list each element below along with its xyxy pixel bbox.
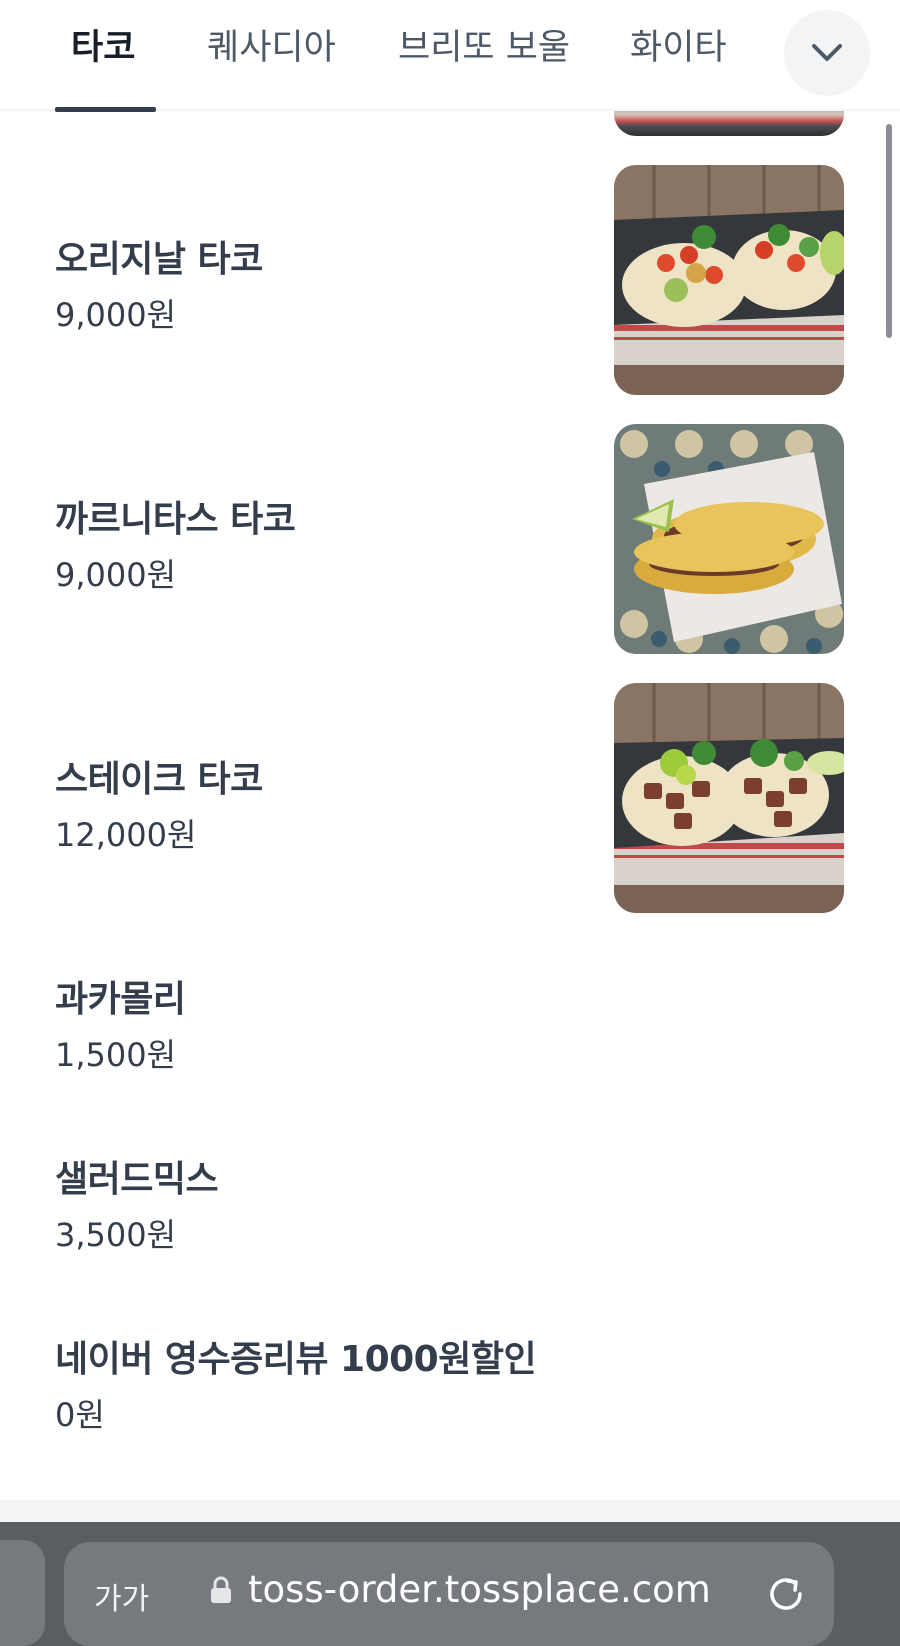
active-tab-indicator — [55, 107, 156, 112]
scrollbar[interactable] — [886, 124, 892, 338]
tab-quesadilla[interactable]: 퀘사디아 — [207, 18, 336, 78]
chevron-down-icon — [812, 44, 842, 61]
menu-item-name: 네이버 영수증리뷰 1000원할인 — [55, 1339, 537, 1380]
browser-toolbar: 가가 toss-order.tossplace.com — [0, 1522, 900, 1646]
menu-item-price: 3,500원 — [55, 1216, 177, 1254]
menu-item-name: 샐러드믹스 — [55, 1159, 219, 1200]
menu-item[interactable]: 샐러드믹스 3,500원 — [0, 1120, 900, 1270]
menu-item[interactable]: 스테이크 타코 12,000원 — [0, 670, 900, 915]
menu-item-price: 1,500원 — [55, 1036, 177, 1074]
address-bar[interactable]: 가가 toss-order.tossplace.com — [64, 1542, 834, 1646]
menu-item-price: 12,000원 — [55, 816, 197, 854]
menu-item-name: 오리지날 타코 — [55, 239, 263, 280]
tab-fajita[interactable]: 화이타 — [630, 18, 727, 78]
menu-item-price: 9,000원 — [55, 556, 177, 594]
menu-item[interactable]: 과카몰리 1,500원 — [0, 940, 900, 1090]
lock-icon — [209, 1575, 233, 1609]
menu-item-price: 9,000원 — [55, 296, 177, 334]
reload-icon[interactable] — [764, 1572, 808, 1620]
tab-burrito-bowl[interactable]: 브리또 보울 — [398, 18, 570, 78]
menu-item[interactable]: 오리지날 타코 9,000원 — [0, 150, 900, 395]
category-tabbar: 타코 퀘사디아 브리또 보울 화이타 — [0, 0, 900, 112]
menu-item[interactable]: 네이버 영수증리뷰 1000원할인 0원 — [0, 1300, 900, 1450]
previous-tab-edge[interactable] — [0, 1540, 45, 1646]
menu-item-name: 스테이크 타코 — [55, 759, 263, 800]
tab-taco[interactable]: 타코 — [71, 18, 135, 78]
content-bottom-divider — [0, 1500, 900, 1522]
menu-item[interactable]: 까르니타스 타코 9,000원 — [0, 410, 900, 655]
menu-item-price: 0원 — [55, 1396, 105, 1434]
menu-item-name: 과카몰리 — [55, 979, 186, 1020]
menu-item-name: 까르니타스 타코 — [55, 499, 296, 540]
expand-categories-button[interactable] — [784, 10, 870, 96]
menu-item-image — [614, 683, 844, 913]
url-text: toss-order.tossplace.com — [248, 1568, 711, 1611]
menu-item-image — [614, 424, 844, 654]
menu-item-image — [614, 165, 844, 395]
menu-list[interactable]: 오리지날 타코 9,000원 까르니타스 타코 9,000원 스테이크 타코 1… — [0, 0, 900, 1500]
text-size-button[interactable]: 가가 — [94, 1574, 149, 1618]
menu-page: 오리지날 타코 9,000원 까르니타스 타코 9,000원 스테이크 타코 1… — [0, 0, 900, 1646]
